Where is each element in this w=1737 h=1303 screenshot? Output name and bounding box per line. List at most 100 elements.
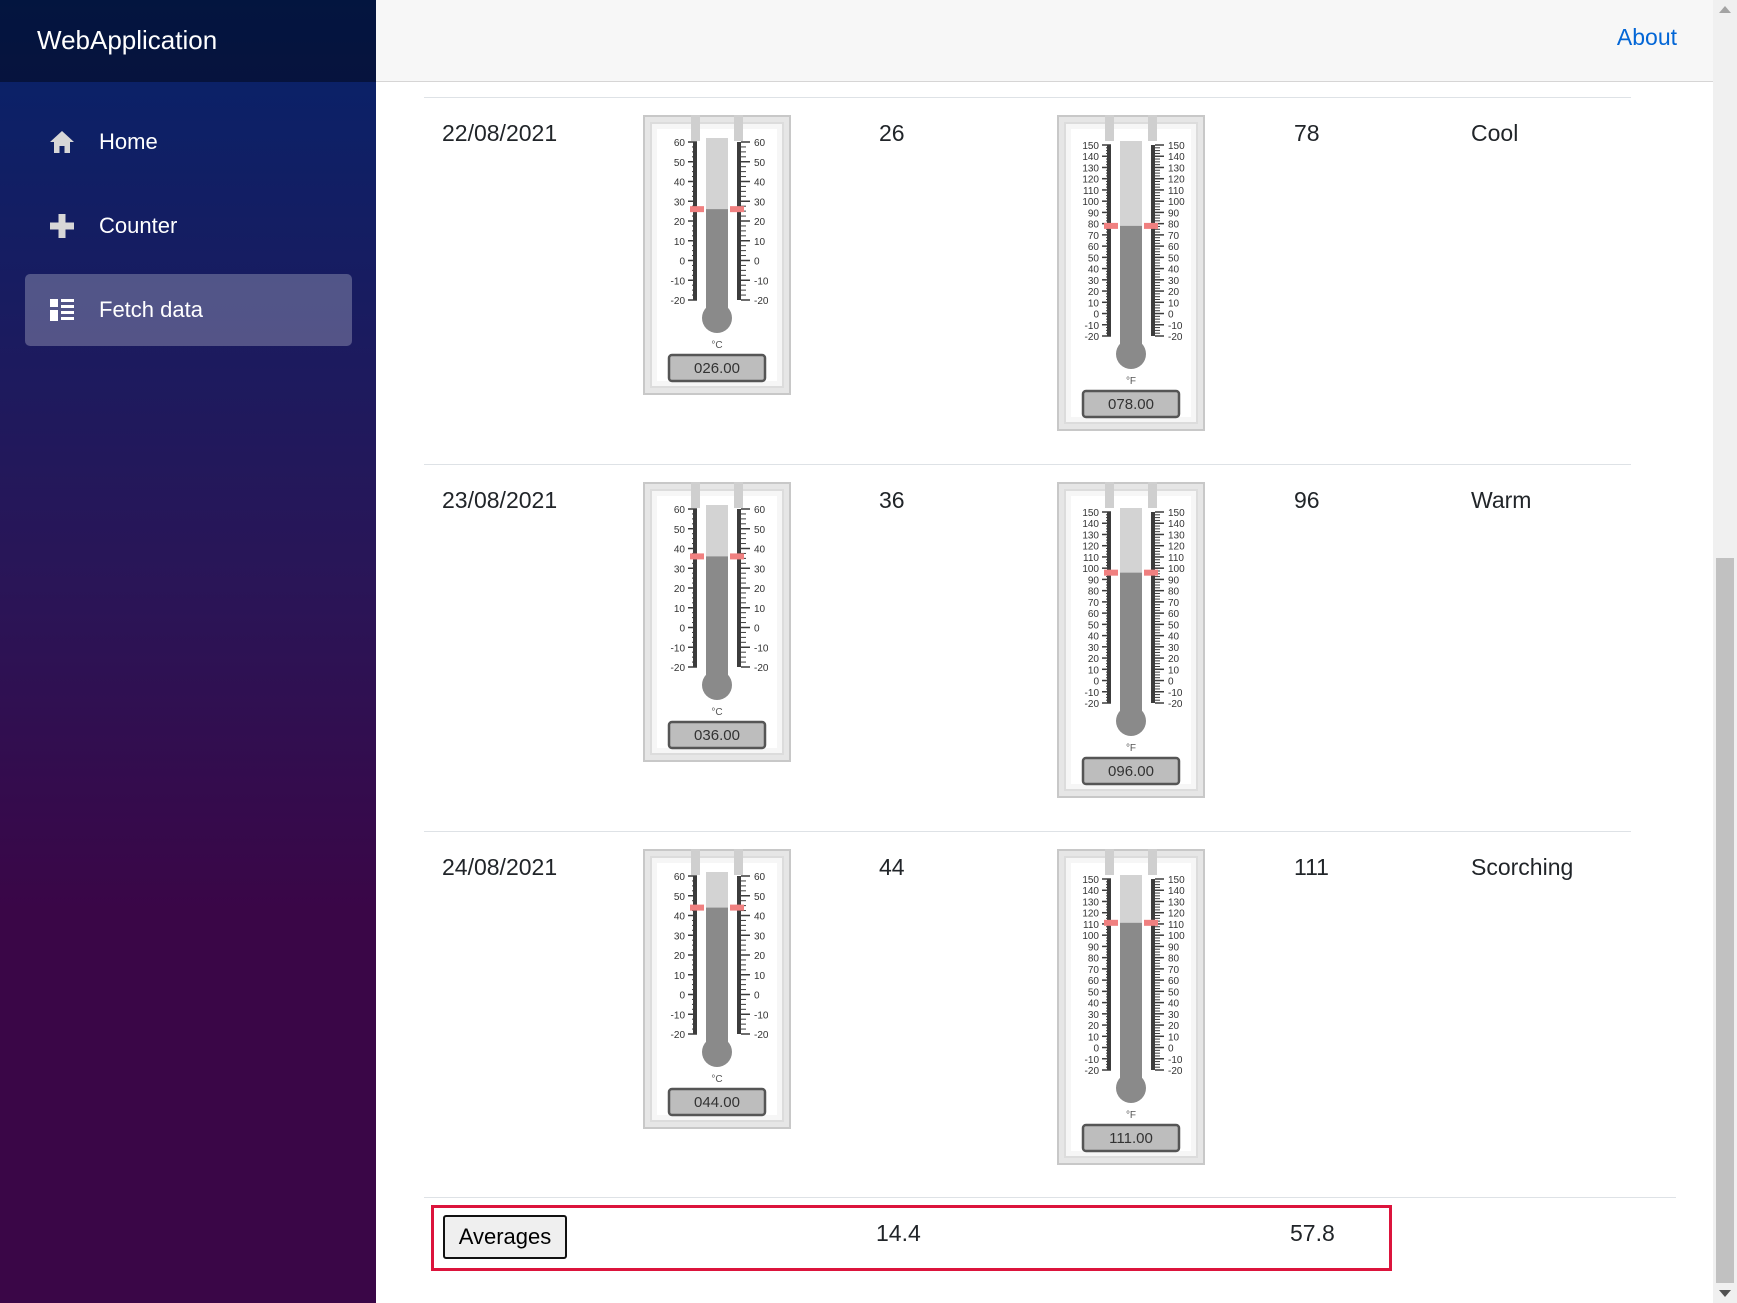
svg-text:60: 60 [1088,609,1100,620]
svg-text:120: 120 [1168,909,1185,920]
svg-text:60: 60 [674,138,686,149]
svg-text:0: 0 [679,257,685,268]
svg-text:20: 20 [674,217,686,228]
svg-text:026.00: 026.00 [694,360,740,377]
forecast-temp-c: 26 [879,120,905,146]
forecast-temp-f: 111 [1294,854,1329,880]
celsius-thermometer-gauge: 60 60 50 50 40 40 30 30 20 20 10 10 0 0 -10 -10 -20 -20 °C… [643,115,791,395]
svg-text:-10: -10 [1168,321,1183,332]
fahrenheit-thermometer-gauge: 150 150 140 140 130 130 120 120 110 110 100 100 90 90… [1057,115,1205,431]
svg-text:0: 0 [1093,310,1099,321]
scroll-up-arrow-icon[interactable] [1719,6,1731,13]
nav-item-fetch-data[interactable]: Fetch data [25,274,352,346]
svg-text:-20: -20 [754,296,769,307]
svg-text:-20: -20 [1085,332,1100,343]
svg-text:50: 50 [674,158,686,169]
svg-text:90: 90 [1168,208,1180,219]
svg-text:50: 50 [1088,253,1100,264]
svg-text:40: 40 [1168,265,1180,276]
svg-text:70: 70 [1088,231,1100,242]
svg-text:-10: -10 [671,276,686,287]
svg-text:10: 10 [1088,298,1100,309]
svg-text:150: 150 [1082,141,1099,152]
nav-item-counter[interactable]: Counter [25,190,352,262]
svg-text:-20: -20 [1168,1066,1183,1077]
svg-text:30: 30 [754,564,766,575]
svg-text:50: 50 [1088,620,1100,631]
svg-text:-20: -20 [1085,699,1100,710]
svg-text:100: 100 [1168,564,1185,575]
svg-text:50: 50 [1168,620,1180,631]
svg-text:50: 50 [754,892,766,903]
svg-text:40: 40 [1088,999,1100,1010]
svg-text:30: 30 [1088,276,1100,287]
svg-text:10: 10 [674,604,686,615]
svg-text:70: 70 [1168,231,1180,242]
svg-text:20: 20 [1168,1021,1180,1032]
svg-text:-10: -10 [1085,321,1100,332]
table-row: 23/08/2021 36 96 Warm 60 60 50 50 40 40 30 30 20 20 10… [424,464,1631,832]
svg-text:140: 140 [1168,152,1185,163]
about-link[interactable]: About [1617,24,1677,51]
svg-text:120: 120 [1082,175,1099,186]
svg-text:-10: -10 [671,643,686,654]
scroll-down-arrow-icon[interactable] [1719,1290,1731,1297]
svg-text:40: 40 [1168,632,1180,643]
list-icon [47,295,77,325]
scroll-thumb[interactable] [1716,558,1734,1283]
svg-text:20: 20 [1088,654,1100,665]
home-icon [47,127,77,157]
svg-text:30: 30 [674,931,686,942]
forecast-date: 23/08/2021 [442,487,558,513]
svg-text:150: 150 [1168,875,1185,886]
svg-text:40: 40 [754,545,766,556]
forecast-temp-f: 96 [1294,487,1320,513]
svg-text:110: 110 [1168,186,1184,197]
svg-text:30: 30 [754,197,766,208]
vertical-scrollbar[interactable] [1713,0,1737,1303]
svg-text:110: 110 [1168,920,1184,931]
forecast-summary: Warm [1471,487,1532,513]
svg-text:096.00: 096.00 [1108,763,1154,780]
svg-text:10: 10 [754,604,766,615]
nav-item-home[interactable]: Home [25,106,352,178]
svg-text:0: 0 [754,991,760,1002]
svg-text:60: 60 [1088,976,1100,987]
svg-text:100: 100 [1082,197,1099,208]
celsius-thermometer-gauge: 60 60 50 50 40 40 30 30 20 20 10 10 0 0 -10 -10 -20 -20 °C… [643,849,791,1129]
svg-text:-10: -10 [754,643,769,654]
svg-text:110: 110 [1168,553,1184,564]
svg-text:10: 10 [674,971,686,982]
table-row: 24/08/2021 44 111 Scorching 60 60 50 50 40 40 30 30… [424,831,1631,1199]
svg-text:150: 150 [1168,141,1185,152]
svg-text:60: 60 [674,872,686,883]
svg-text:0: 0 [1168,1044,1174,1055]
svg-text:036.00: 036.00 [694,727,740,744]
svg-text:0: 0 [679,991,685,1002]
svg-text:120: 120 [1082,909,1099,920]
svg-text:-10: -10 [1168,688,1183,699]
svg-text:0: 0 [1093,677,1099,688]
svg-text:30: 30 [1168,1010,1180,1021]
brand-title[interactable]: WebApplication [0,0,376,82]
svg-text:140: 140 [1168,886,1185,897]
svg-text:90: 90 [1088,208,1100,219]
svg-text:30: 30 [1168,276,1180,287]
svg-text:°C: °C [711,340,722,351]
svg-text:10: 10 [1168,298,1180,309]
svg-text:20: 20 [754,584,766,595]
svg-text:140: 140 [1168,519,1185,530]
svg-text:30: 30 [1088,1010,1100,1021]
svg-text:80: 80 [1168,220,1180,231]
svg-text:40: 40 [1168,999,1180,1010]
svg-text:150: 150 [1082,875,1099,886]
svg-text:140: 140 [1082,886,1099,897]
svg-text:60: 60 [674,505,686,516]
svg-text:50: 50 [754,525,766,536]
svg-text:0: 0 [1168,677,1174,688]
averages-button[interactable]: Averages [443,1215,567,1259]
forecast-temp-c: 36 [879,487,905,513]
svg-text:90: 90 [1168,942,1180,953]
svg-text:80: 80 [1088,587,1100,598]
svg-text:-20: -20 [671,663,686,674]
